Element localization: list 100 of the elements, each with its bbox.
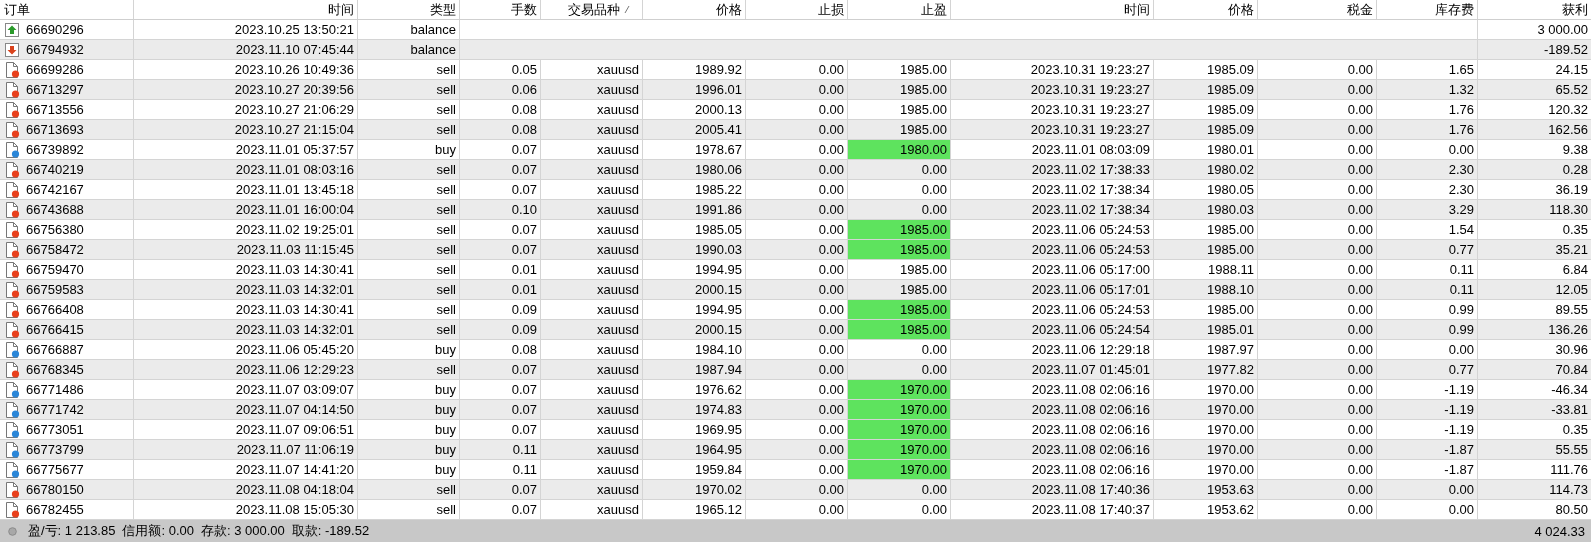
table-cell-text: sell — [436, 361, 456, 379]
table-cell-text: 66759470 — [26, 261, 84, 279]
column-header[interactable]: 时间 — [328, 0, 354, 19]
table-cell-text: buy — [435, 421, 456, 439]
column-header[interactable]: 价格 — [716, 0, 742, 19]
table-cell-text: 2023.10.31 19:23:27 — [1030, 101, 1150, 119]
table-cell-text: xauusd — [597, 121, 639, 139]
take-profit-cell: 1985.00 — [848, 240, 951, 259]
table-cell-text: 0.00 — [1448, 141, 1474, 159]
table-cell-text: 0.00 — [818, 441, 844, 459]
take-profit-cell: 1985.00 — [848, 260, 951, 279]
table-cell-text: 0.00 — [1347, 241, 1373, 259]
take-profit-cell: 1985.00 — [848, 220, 951, 239]
column-header[interactable]: 时间 — [1124, 0, 1150, 19]
table-cell-text: 0.00 — [1347, 501, 1373, 519]
arrow-down-icon — [4, 41, 20, 58]
table-cell-text: 2023.10.31 19:23:27 — [1030, 81, 1150, 99]
table-cell-text: sell — [436, 61, 456, 79]
table-cell-text: 2023.11.06 05:24:53 — [1031, 301, 1150, 319]
table-cell-text: -46.34 — [1551, 381, 1588, 399]
table-cell-text: 1987.94 — [695, 361, 742, 379]
column-header[interactable]: 库存费 — [1435, 0, 1474, 19]
table-cell-text: 1.54 — [1448, 221, 1474, 239]
table-cell-text: sell — [436, 201, 456, 219]
table-cell-text: 0.99 — [1448, 301, 1474, 319]
column-header[interactable]: 价格 — [1228, 0, 1254, 19]
table-cell-text: xauusd — [597, 421, 639, 439]
table-cell-text: 2.30 — [1448, 181, 1474, 199]
table-cell-text: 0.00 — [1448, 341, 1474, 359]
table-cell-text: 66759583 — [26, 281, 84, 299]
take-profit-cell: 1985.00 — [848, 320, 951, 339]
column-header[interactable]: 止损 — [818, 0, 844, 19]
table-cell-text: 2023.11.06 05:24:53 — [1031, 221, 1150, 239]
table-cell-text: 1991.86 — [695, 201, 742, 219]
table-cell-text: 0.00 — [818, 321, 844, 339]
table-cell-text: 1980.03 — [1207, 201, 1254, 219]
table-cell-text: 0.35 — [1562, 421, 1588, 439]
table-cell-text: 1985.09 — [1207, 101, 1254, 119]
take-profit-cell: 1985.00 — [848, 100, 951, 119]
sort-icon[interactable] — [624, 5, 630, 14]
table-cell-text: 0.00 — [818, 341, 844, 359]
table-cell-text: 0.00 — [1347, 201, 1373, 219]
table-cell-text: 2023.11.03 14:30:41 — [235, 301, 354, 319]
column-header[interactable]: 交易品种 — [568, 0, 620, 19]
column-header[interactable]: 类型 — [430, 0, 456, 19]
column-header[interactable]: 订单 — [4, 0, 30, 19]
table-cell-text: buy — [435, 341, 456, 359]
table-cell-text: 0.00 — [1347, 221, 1373, 239]
table-cell-text: 66740219 — [26, 161, 84, 179]
table-cell-text: 1953.63 — [1207, 481, 1254, 499]
table-cell-text: 0.35 — [1562, 221, 1588, 239]
table-cell-text: xauusd — [597, 361, 639, 379]
table-cell-text: xauusd — [597, 201, 639, 219]
table-cell-text: xauusd — [597, 321, 639, 339]
table-cell-text: 80.50 — [1555, 501, 1588, 519]
column-header[interactable]: 手数 — [511, 0, 537, 19]
table-cell-text: 0.00 — [1347, 381, 1373, 399]
table-cell-text: 1970.00 — [1207, 421, 1254, 439]
table-cell-text: 0.07 — [511, 161, 537, 179]
table-cell-text: 1988.11 — [1207, 261, 1254, 279]
table-cell-text: 30.96 — [1555, 341, 1588, 359]
table-cell-text: 6.84 — [1562, 261, 1588, 279]
table-cell-text: 0.08 — [511, 341, 537, 359]
table-cell-text: sell — [436, 161, 456, 179]
table-cell-text: 0.28 — [1562, 161, 1588, 179]
table-cell-text: balance — [410, 41, 456, 59]
take-profit-cell: 1985.00 — [848, 300, 951, 319]
table-cell-text: 66782455 — [26, 501, 84, 519]
table-cell-text: 0.00 — [818, 481, 844, 499]
total-profit: 4 024.33 — [1534, 523, 1585, 539]
table-cell-text: 2023.11.06 12:29:18 — [1031, 341, 1150, 359]
table-cell-text: 2023.11.08 02:06:16 — [1031, 381, 1150, 399]
table-cell-text: 1970.00 — [1207, 401, 1254, 419]
table-cell-text: xauusd — [597, 441, 639, 459]
table-cell-text: xauusd — [597, 461, 639, 479]
take-profit-cell: 0.00 — [848, 160, 951, 179]
table-cell-text: 66699286 — [26, 61, 84, 79]
take-profit-cell: 0.00 — [848, 500, 951, 519]
table-cell-text: 2023.11.08 17:40:37 — [1031, 501, 1150, 519]
table-cell-text: 2005.41 — [695, 121, 742, 139]
table-cell-text: 2000.15 — [695, 321, 742, 339]
column-header[interactable]: 税金 — [1347, 0, 1373, 19]
column-header[interactable]: 止盈 — [921, 0, 947, 19]
column-header[interactable]: 获利 — [1562, 0, 1588, 19]
table-cell-text: 2000.15 — [695, 281, 742, 299]
table-cell-text: 0.00 — [1347, 441, 1373, 459]
table-cell-text: 0.07 — [511, 361, 537, 379]
table-cell-text: 66743688 — [26, 201, 84, 219]
table-cell-text: 12.05 — [1555, 281, 1588, 299]
table-cell-text: 0.07 — [511, 141, 537, 159]
table-cell-text: 0.06 — [511, 81, 537, 99]
table-cell-text: sell — [436, 481, 456, 499]
table-cell-text: 0.00 — [1347, 341, 1373, 359]
table-cell-text: 1985.00 — [1207, 241, 1254, 259]
status-indicator-icon — [8, 526, 17, 536]
table-cell-text: 66742167 — [26, 181, 84, 199]
table-cell-text: 0.08 — [511, 101, 537, 119]
table-cell-text: 1980.01 — [1207, 141, 1254, 159]
take-profit-cell: 1980.00 — [848, 140, 951, 159]
table-cell-text: 66773799 — [26, 441, 84, 459]
